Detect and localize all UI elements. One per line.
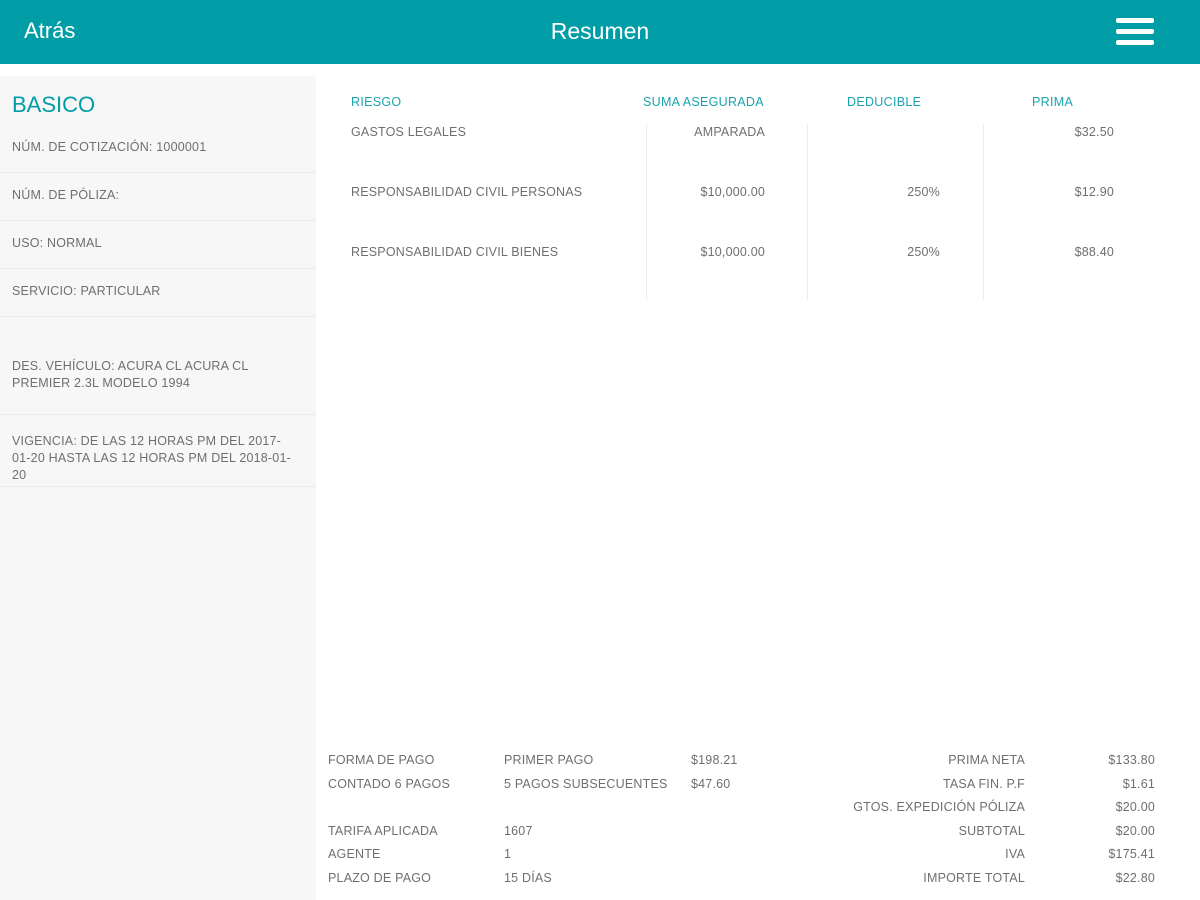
cell-suma: AMPARADA: [694, 125, 765, 139]
usage: USO: NORMAL: [12, 236, 102, 250]
divider: [0, 414, 316, 415]
column-header-riesgo: RIESGO: [351, 95, 402, 109]
cell-prima: $12.90: [1074, 185, 1114, 199]
tariff-label: TARIFA APLICADA: [328, 824, 438, 838]
divider: [0, 316, 316, 317]
totals-label: GTOS. EXPEDICIÓN PÓLIZA: [853, 800, 1025, 814]
payment-term-value: 15 DÍAS: [504, 871, 552, 885]
divider: [0, 220, 316, 221]
plan-name: BASICO: [12, 92, 96, 117]
column-divider: [807, 124, 808, 300]
policy-sidebar: BASICO NÚM. DE COTIZACIÓN: 1000001 NÚM. …: [0, 76, 316, 900]
subsequent-payments-value: $47.60: [691, 777, 731, 791]
payment-form-value: CONTADO 6 PAGOS: [328, 777, 451, 791]
subsequent-payments-label: 5 PAGOS SUBSECUENTES: [504, 777, 668, 791]
agent-label: AGENTE: [328, 847, 381, 861]
cell-deducible: 250%: [907, 185, 940, 199]
vehicle-description: DES. VEHÍCULO: ACURA CL ACURA CL PREMIER…: [12, 359, 249, 390]
cell-suma: $10,000.00: [700, 185, 765, 199]
divider: [0, 172, 316, 173]
hamburger-menu-icon[interactable]: [1116, 18, 1154, 46]
cell-riesgo: GASTOS LEGALES: [351, 125, 467, 139]
service: SERVICIO: PARTICULAR: [12, 284, 161, 298]
column-header-prima: PRIMA: [1032, 95, 1074, 109]
first-payment-label: PRIMER PAGO: [504, 753, 594, 767]
totals-value: $20.00: [1115, 824, 1155, 838]
cell-riesgo: RESPONSABILIDAD CIVIL PERSONAS: [351, 185, 583, 199]
totals-value: $20.00: [1115, 800, 1155, 814]
tariff-value: 1607: [504, 824, 533, 838]
column-header-deducible: DEDUCIBLE: [847, 95, 922, 109]
totals-value: $1.61: [1122, 777, 1155, 791]
cell-prima: $88.40: [1074, 245, 1114, 259]
back-button[interactable]: Atrás: [24, 18, 75, 44]
validity-period: VIGENCIA: DE LAS 12 HORAS PM DEL 2017-01…: [12, 434, 291, 482]
quote-number: NÚM. DE COTIZACIÓN: 1000001: [12, 140, 207, 154]
totals-label: PRIMA NETA: [948, 753, 1025, 767]
cell-riesgo: RESPONSABILIDAD CIVIL BIENES: [351, 245, 559, 259]
totals-label: IVA: [1005, 847, 1025, 861]
divider: [0, 268, 316, 269]
app-bar: Atrás Resumen: [0, 0, 1200, 64]
totals-label: TASA FIN. P.F: [942, 777, 1025, 791]
payment-term-label: PLAZO DE PAGO: [328, 871, 432, 885]
page-title: Resumen: [550, 18, 650, 44]
totals-label: IMPORTE TOTAL: [923, 871, 1025, 885]
cell-prima: $32.50: [1074, 125, 1114, 139]
column-divider: [983, 124, 984, 300]
column-divider: [646, 124, 647, 300]
totals-value: $22.80: [1115, 871, 1155, 885]
policy-number: NÚM. DE PÓLIZA:: [12, 188, 120, 202]
totals-value: $133.80: [1108, 753, 1155, 767]
cell-suma: $10,000.00: [700, 245, 765, 259]
totals-label: SUBTOTAL: [958, 824, 1025, 838]
column-header-suma-asegurada: SUMA ASEGURADA: [643, 95, 764, 109]
totals-value: $175.41: [1108, 847, 1155, 861]
divider: [0, 486, 316, 487]
first-payment-value: $198.21: [691, 753, 738, 767]
cell-deducible: 250%: [907, 245, 940, 259]
agent-value: 1: [504, 847, 512, 861]
payment-form-label: FORMA DE PAGO: [328, 753, 435, 767]
